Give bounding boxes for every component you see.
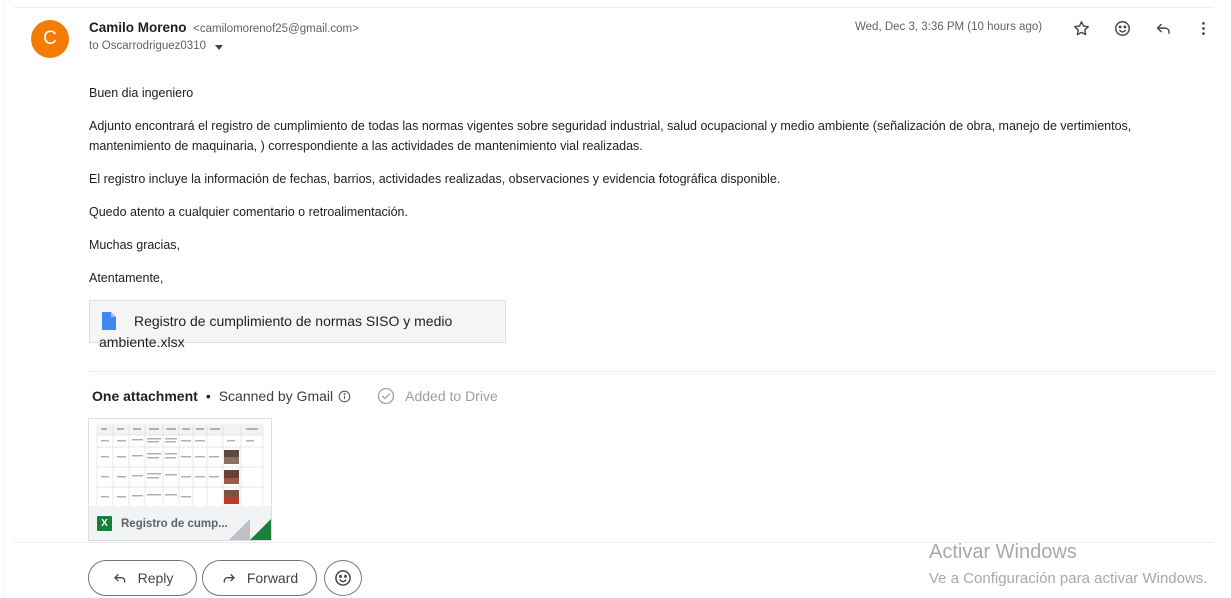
forward-icon — [223, 574, 235, 583]
sender-name[interactable]: Camilo Moreno — [89, 20, 187, 35]
body-paragraph-3: Quedo atento a cualquier comentario o re… — [89, 205, 408, 219]
emoji-reaction-button[interactable] — [324, 560, 362, 596]
sheets-corner-badge — [250, 519, 271, 540]
sender-avatar[interactable]: C — [31, 20, 69, 58]
avatar-initial: C — [43, 28, 57, 49]
star-icon[interactable] — [1070, 17, 1092, 39]
inline-attachment-name-line1: Registro de cumplimiento de normas SISO … — [134, 313, 453, 329]
more-vert-icon[interactable] — [1192, 17, 1214, 39]
emoji-icon[interactable] — [1111, 17, 1133, 39]
email-date: Wed, Dec 3, 3:36 PM (10 hours ago) — [855, 21, 1043, 33]
reply-icon — [113, 574, 125, 583]
attachment-card[interactable]: X Registro de cump... — [88, 418, 272, 541]
sender-line: Camilo Moreno <camilomorenof25@gmail.com… — [89, 20, 359, 35]
excel-icon: X — [97, 516, 112, 531]
recipients-toggle[interactable]: to Oscarrodriguez0310 — [89, 40, 223, 52]
added-to-drive: Added to Drive — [376, 386, 498, 406]
attachment-card-name: Registro de cump... — [121, 517, 228, 530]
reply-button[interactable]: Reply — [88, 560, 197, 596]
meta-separator: • — [205, 388, 211, 404]
body-paragraph-1: Adjunto encontrará el registro de cumpli… — [89, 119, 1132, 153]
closing-line: Atentamente, — [89, 271, 164, 285]
top-divider — [14, 7, 1213, 8]
activation-watermark-subtitle: Ve a Configuración para activar Windows. — [929, 570, 1208, 587]
reply-label: Reply — [137, 570, 174, 586]
attachments-bar: One attachment • Scanned by Gmail Added … — [92, 386, 498, 406]
left-rule — [4, 0, 5, 598]
spreadsheet-preview — [96, 424, 264, 507]
email-body: Buen dia ingeniero Adjunto encontrará el… — [89, 83, 1204, 301]
caret-down-icon[interactable] — [214, 44, 223, 50]
recipient-label: to Oscarrodriguez0310 — [89, 40, 206, 52]
corner-fold — [229, 519, 250, 540]
greeting: Buen dia ingeniero — [89, 86, 194, 100]
scan-label: Scanned by Gmail — [218, 388, 334, 404]
drive-label: Added to Drive — [405, 388, 498, 404]
file-icon — [102, 312, 116, 330]
thanks-line: Muchas gracias, — [89, 238, 181, 252]
info-icon[interactable] — [338, 390, 351, 403]
check-circle-icon — [377, 387, 395, 405]
forward-label: Forward — [246, 570, 299, 586]
body-paragraph-2: El registro incluye la información de fe… — [89, 172, 781, 186]
attachments-divider — [89, 371, 1215, 372]
forward-button[interactable]: Forward — [202, 560, 317, 596]
reply-icon[interactable] — [1152, 17, 1174, 39]
sender-email: <camilomorenof25@gmail.com> — [193, 23, 359, 35]
activation-watermark-title: Activar Windows — [929, 541, 1077, 563]
attachment-count: One attachment — [92, 388, 198, 404]
inline-attachment-name-line2: ambiente.xlsx — [99, 334, 185, 350]
emoji-icon — [335, 570, 351, 586]
